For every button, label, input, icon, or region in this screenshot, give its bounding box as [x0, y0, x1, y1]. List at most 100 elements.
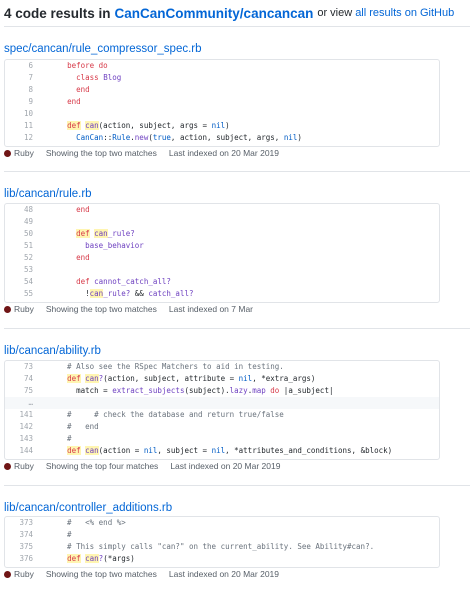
code-text: CanCan::Rule.new(true, action, subject, … — [76, 133, 302, 142]
file-path-link[interactable]: lib/cancan/rule.rb — [4, 186, 470, 202]
line-number: 143 — [19, 434, 33, 443]
last-indexed: Last indexed on 20 Mar 2019 — [170, 461, 281, 471]
code-line: 374 # — [5, 529, 439, 541]
code-text: class Blog — [76, 73, 122, 82]
code-text: end — [76, 85, 90, 94]
line-number: 10 — [23, 109, 33, 118]
language-label: Ruby — [14, 148, 34, 158]
code-line: 75 match = extract_subjects(subject).laz… — [5, 385, 439, 397]
code-line: 11 def can(action, subject, args = nil) — [5, 120, 439, 132]
match-summary: Showing the top two matches — [45, 304, 157, 314]
code-text: # Also see the RSpec Matchers to aid in … — [49, 362, 284, 371]
code-line: 54 def cannot_catch_all? — [5, 276, 439, 288]
language-label: Ruby — [14, 461, 34, 471]
code-text: # <% end %> — [49, 518, 126, 527]
all-results-link[interactable]: all results on GitHub — [355, 7, 454, 19]
language-label: Ruby — [14, 304, 34, 314]
divider — [4, 485, 470, 486]
line-number: 374 — [19, 530, 33, 539]
line-number: 6 — [28, 61, 33, 70]
code-result: lib/cancan/rule.rb 48 end 49 50 def can_… — [4, 186, 470, 314]
line-number: 51 — [23, 241, 33, 250]
line-number: 75 — [23, 386, 33, 395]
code-result: spec/cancan/rule_compressor_spec.rb 6 be… — [4, 41, 470, 158]
code-line: 74 def can?(action, subject, attribute =… — [5, 373, 439, 385]
code-text: base_behavior — [85, 241, 144, 250]
divider — [4, 171, 470, 172]
snippet-gap: … — [5, 397, 439, 409]
code-line: 144 def can(action = nil, subject = nil,… — [5, 445, 439, 457]
match-summary: Showing the top two matches — [45, 569, 157, 579]
file-path-link[interactable]: spec/cancan/rule_compressor_spec.rb — [4, 41, 470, 57]
code-line: 49 — [5, 216, 439, 228]
code-text: # # check the database and return true/f… — [49, 410, 284, 419]
code-text: end — [76, 253, 90, 262]
line-number: 74 — [23, 374, 33, 383]
divider — [4, 328, 470, 329]
code-text: # — [49, 434, 72, 443]
line-number: 141 — [19, 410, 33, 419]
code-line: 50 def can_rule? — [5, 228, 439, 240]
code-line: 376 def can?(*args) — [5, 553, 439, 565]
line-number: 142 — [19, 422, 33, 431]
line-number: 7 — [28, 73, 33, 82]
result-meta: Ruby Showing the top two matches Last in… — [4, 147, 279, 159]
code-line: 51 base_behavior — [5, 240, 439, 252]
last-indexed: Last indexed on 20 Mar 2019 — [168, 148, 279, 158]
line-number: 375 — [19, 542, 33, 551]
line-number: 48 — [23, 205, 33, 214]
code-line: 141 # # check the database and return tr… — [5, 409, 439, 421]
code-line: 53 — [5, 264, 439, 276]
line-number: 54 — [23, 277, 33, 286]
language-color-icon — [4, 149, 11, 157]
language-label: Ruby — [14, 569, 34, 579]
line-number: 144 — [19, 446, 33, 455]
ellipsis: … — [28, 398, 33, 407]
code-snippet: 73 # Also see the RSpec Matchers to aid … — [4, 360, 440, 460]
code-line: 142 # end — [5, 421, 439, 433]
code-result: lib/cancan/controller_additions.rb 373 #… — [4, 500, 470, 579]
repo-link[interactable]: CanCanCommunity/cancancan — [115, 6, 314, 21]
line-number: 52 — [23, 253, 33, 262]
result-meta: Ruby Showing the top four matches Last i… — [4, 460, 280, 472]
code-text: before do — [67, 61, 108, 70]
result-meta: Ruby Showing the top two matches Last in… — [4, 568, 279, 580]
line-number: 12 — [23, 133, 33, 142]
file-path-link[interactable]: lib/cancan/ability.rb — [4, 343, 470, 359]
line-number: 373 — [19, 518, 33, 527]
code-line: 6 before do — [5, 60, 439, 72]
code-text: match = extract_subjects(subject).lazy.m… — [49, 386, 334, 395]
match-summary: Showing the top two matches — [45, 148, 157, 158]
code-snippet: 6 before do 7 class Blog 8 end 9 end 10 … — [4, 59, 440, 147]
last-indexed: Last indexed on 7 Mar — [168, 304, 253, 314]
or-view-text: or view — [317, 7, 353, 19]
code-text: # — [49, 530, 72, 539]
language-color-icon — [4, 570, 11, 578]
line-number: 8 — [28, 85, 33, 94]
code-text: !can_rule? && catch_all? — [49, 289, 194, 298]
code-text: end — [76, 205, 90, 214]
code-text: # This simply calls "can?" on the curren… — [49, 542, 375, 551]
line-number: 53 — [23, 265, 33, 274]
code-text: end — [67, 97, 81, 106]
last-indexed: Last indexed on 20 Mar 2019 — [168, 569, 279, 579]
results-count: 4 code results in — [4, 5, 111, 21]
code-result: lib/cancan/ability.rb 73 # Also see the … — [4, 343, 470, 471]
code-snippet: 48 end 49 50 def can_rule? 51 base_behav… — [4, 203, 440, 303]
code-snippet: 373 # <% end %> 374 # 375 # This simply … — [4, 516, 440, 568]
code-line: 8 end — [5, 84, 439, 96]
code-line: 73 # Also see the RSpec Matchers to aid … — [5, 361, 439, 373]
code-line: 375 # This simply calls "can?" on the cu… — [5, 541, 439, 553]
line-number: 50 — [23, 229, 33, 238]
line-number: 73 — [23, 362, 33, 371]
code-line: 12 CanCan::Rule.new(true, action, subjec… — [5, 132, 439, 144]
code-line: 48 end — [5, 204, 439, 216]
file-path-link[interactable]: lib/cancan/controller_additions.rb — [4, 500, 470, 516]
line-number: 376 — [19, 554, 33, 563]
code-line: 10 — [5, 108, 439, 120]
line-number: 55 — [23, 289, 33, 298]
code-line: 7 class Blog — [5, 72, 439, 84]
code-line: 52 end — [5, 252, 439, 264]
code-text: def cannot_catch_all? — [76, 277, 171, 286]
line-number: 11 — [23, 121, 33, 130]
